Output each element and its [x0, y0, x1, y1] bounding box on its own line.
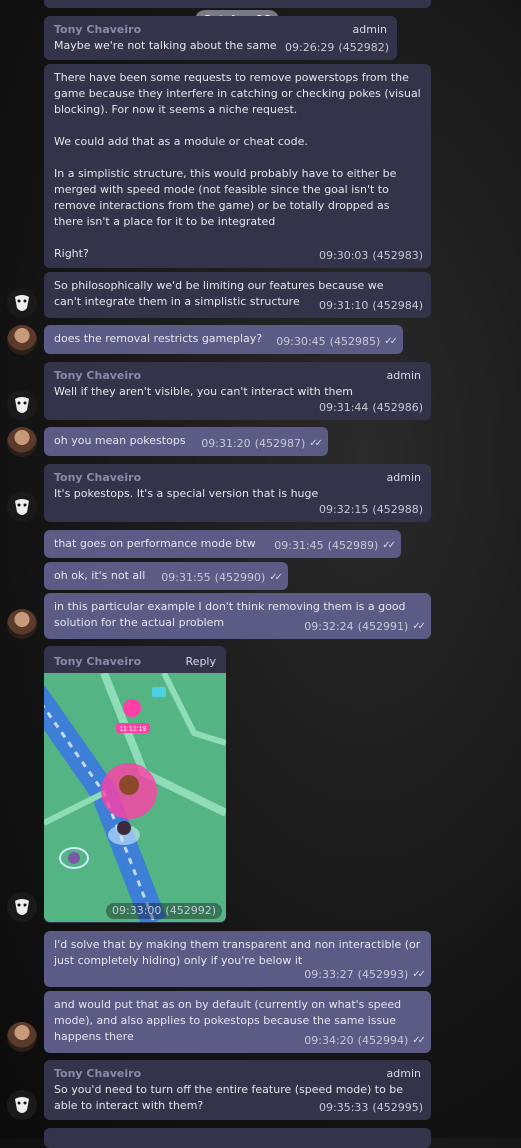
message-452985[interactable]: does the removal restricts gameplay? 09:… — [44, 325, 403, 354]
message-time: 09:31:20 — [201, 437, 251, 450]
message-text: There have been some requests to remove … — [54, 71, 421, 260]
avatar-tony[interactable] — [7, 288, 37, 318]
message-452991[interactable]: in this particular example I don't think… — [44, 593, 431, 639]
message-time: 09:34:20 — [304, 1034, 354, 1047]
read-checkmarks-icon: ✓✓ — [309, 438, 323, 449]
message-id: (452988) — [372, 503, 423, 516]
message-meta: 09:30:45 (452985) ✓✓ — [276, 334, 398, 350]
partial-message-bottom — [44, 1128, 431, 1148]
message-meta: 09:31:55 (452990) ✓✓ — [161, 570, 283, 586]
author-name: Tony Chaveiro — [54, 655, 142, 668]
message-time: 09:31:55 — [161, 571, 211, 584]
message-452982[interactable]: Tony Chaveiro admin Maybe we're not talk… — [44, 16, 397, 60]
message-id: (452995) — [372, 1101, 423, 1114]
message-meta: 09:32:24 (452991) ✓✓ — [304, 619, 426, 635]
message-id: (452982) — [338, 41, 389, 54]
message-452984[interactable]: So philosophically we'd be limiting our … — [44, 272, 431, 318]
message-id: (452994) — [357, 1034, 409, 1047]
game-map-screenshot[interactable]: 11:12:19 — [44, 673, 226, 922]
read-checkmarks-icon: ✓✓ — [412, 1035, 426, 1046]
message-time: 09:30:45 — [276, 335, 326, 348]
message-meta: 09:32:15 (452988) — [319, 502, 423, 518]
message-id: (452992) — [165, 904, 216, 917]
message-id: (452987) — [254, 437, 306, 450]
avatar-tony[interactable] — [7, 492, 37, 522]
read-checkmarks-icon: ✓✓ — [382, 540, 396, 551]
avatar-user[interactable] — [7, 1022, 37, 1052]
message-452994[interactable]: and would put that as on by default (cur… — [44, 991, 431, 1053]
message-452995[interactable]: Tony Chaveiro admin So you'd need to tur… — [44, 1060, 431, 1120]
avatar-user[interactable] — [7, 325, 37, 355]
avatar-user[interactable] — [7, 609, 37, 639]
partial-message-top — [44, 0, 431, 8]
mask-avatar-icon — [15, 397, 29, 413]
message-meta: 09:33:27 (452993) ✓✓ — [304, 967, 426, 983]
avatar-tony[interactable] — [7, 892, 37, 922]
message-id: (452985) — [329, 335, 381, 348]
message-text: Well if they aren't visible, you can't i… — [54, 385, 353, 398]
message-452993[interactable]: I'd solve that by making them transparen… — [44, 931, 431, 987]
message-452983[interactable]: There have been some requests to remove … — [44, 64, 431, 268]
message-id: (452990) — [214, 571, 266, 584]
author-role: admin — [386, 471, 421, 484]
author-name: Tony Chaveiro — [54, 23, 142, 36]
message-time: 09:26:29 — [285, 41, 335, 54]
message-time: 09:32:24 — [304, 620, 354, 633]
message-meta: 09:33:00 (452992) — [106, 903, 222, 919]
message-452990[interactable]: oh ok, it's not all 09:31:55 (452990) ✓✓ — [44, 562, 288, 590]
read-checkmarks-icon: ✓✓ — [412, 969, 426, 980]
author-name: Tony Chaveiro — [54, 1067, 142, 1080]
author-name: Tony Chaveiro — [54, 369, 142, 382]
mask-avatar-icon — [15, 899, 29, 915]
author-name: Tony Chaveiro — [54, 471, 142, 484]
message-meta: 09:31:45 (452989) ✓✓ — [274, 538, 396, 554]
message-meta: 09:35:33 (452995) — [319, 1100, 423, 1116]
message-meta: 09:34:20 (452994) ✓✓ — [304, 1033, 426, 1049]
map-label: 11:12:19 — [120, 726, 147, 733]
author-role: admin — [386, 1067, 421, 1080]
avatar-tony[interactable] — [7, 1090, 37, 1120]
message-time: 09:33:00 — [112, 904, 162, 917]
message-time: 09:31:44 — [319, 401, 369, 414]
message-meta: 09:30:03 (452983) — [319, 248, 423, 264]
author-role: admin — [352, 23, 387, 36]
message-text: It's pokestops. It's a special version t… — [54, 487, 319, 500]
message-id: (452986) — [372, 401, 423, 414]
message-452989[interactable]: that goes on performance mode btw 09:31:… — [44, 530, 401, 558]
read-checkmarks-icon: ✓✓ — [412, 621, 426, 632]
author-role: admin — [386, 369, 421, 382]
message-time: 09:33:27 — [304, 968, 354, 981]
message-text: I'd solve that by making them transparen… — [54, 938, 424, 967]
message-id: (452984) — [372, 299, 423, 312]
message-452987[interactable]: oh you mean pokestops 09:31:20 (452987) ✓✓ — [44, 427, 328, 456]
mask-avatar-icon — [15, 295, 29, 311]
reply-link[interactable]: Reply — [186, 654, 216, 670]
message-id: (452989) — [327, 539, 379, 552]
message-meta: 09:31:20 (452987) ✓✓ — [201, 436, 323, 452]
read-checkmarks-icon: ✓✓ — [269, 572, 283, 583]
message-time: 09:30:03 — [319, 249, 369, 262]
message-id: (452983) — [372, 249, 423, 262]
message-time: 09:31:10 — [319, 299, 369, 312]
message-time: 09:31:45 — [274, 539, 324, 552]
message-id: (452991) — [357, 620, 409, 633]
message-452992-image[interactable]: Tony Chaveiro Reply 11:12:19 09:33:00 (45… — [44, 646, 226, 923]
mask-avatar-icon — [15, 1097, 29, 1113]
read-checkmarks-icon: ✓✓ — [384, 336, 398, 347]
message-meta: 09:31:10 (452984) — [319, 298, 423, 314]
message-meta: 09:31:44 (452986) — [319, 400, 423, 416]
avatar-user[interactable] — [7, 427, 37, 457]
message-452986[interactable]: Tony Chaveiro admin Well if they aren't … — [44, 362, 431, 420]
message-452988[interactable]: Tony Chaveiro admin It's pokestops. It's… — [44, 464, 431, 522]
message-time: 09:35:33 — [319, 1101, 369, 1114]
message-id: (452993) — [357, 968, 409, 981]
avatar-tony[interactable] — [7, 390, 37, 420]
message-time: 09:32:15 — [319, 503, 369, 516]
mask-avatar-icon — [15, 499, 29, 515]
message-meta: 09:26:29 (452982) — [285, 40, 389, 56]
